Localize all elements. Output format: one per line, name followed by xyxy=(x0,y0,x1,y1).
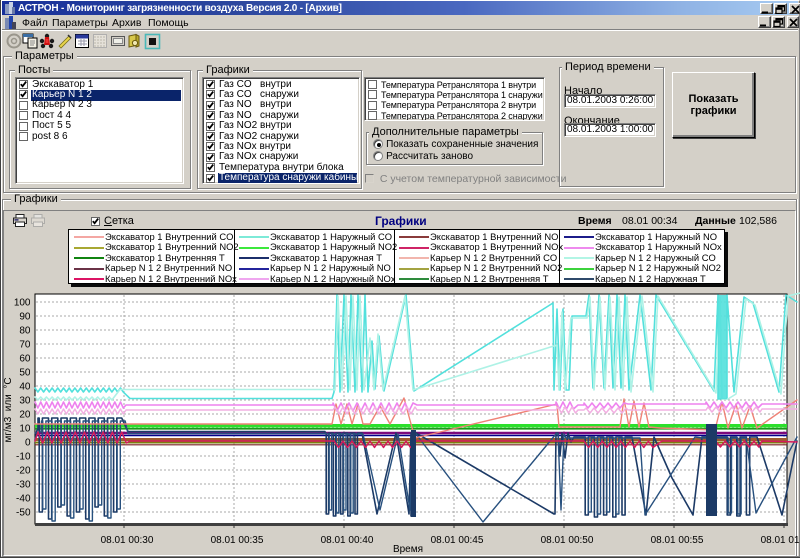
svg-text:08.01 00:40: 08.01 00:40 xyxy=(321,535,374,546)
svg-text:0: 0 xyxy=(25,438,31,449)
svg-text:80: 80 xyxy=(19,326,31,337)
svg-text:Время: Время xyxy=(393,544,423,555)
svg-text:20: 20 xyxy=(19,410,31,421)
svg-text:100: 100 xyxy=(14,298,31,309)
svg-text:60: 60 xyxy=(19,354,31,365)
svg-text:10: 10 xyxy=(19,424,31,435)
svg-text:08.01 00:50: 08.01 00:50 xyxy=(541,535,594,546)
svg-text:-50: -50 xyxy=(16,508,31,519)
svg-text:-10: -10 xyxy=(16,452,31,463)
svg-text:30: 30 xyxy=(19,396,31,407)
svg-text:90: 90 xyxy=(19,312,31,323)
svg-text:40: 40 xyxy=(19,382,31,393)
svg-text:мг/м3 или °C: мг/м3 или °C xyxy=(3,377,14,442)
svg-text:08.01 00:55: 08.01 00:55 xyxy=(651,535,704,546)
svg-text:08.01 01:00: 08.01 01:00 xyxy=(761,535,800,546)
svg-text:-20: -20 xyxy=(16,466,31,477)
svg-text:-30: -30 xyxy=(16,480,31,491)
svg-text:-40: -40 xyxy=(16,494,31,505)
svg-text:50: 50 xyxy=(19,368,31,379)
svg-text:08.01 00:45: 08.01 00:45 xyxy=(431,535,484,546)
svg-text:08.01 00:30: 08.01 00:30 xyxy=(101,535,154,546)
svg-text:70: 70 xyxy=(19,340,31,351)
svg-text:08.01 00:35: 08.01 00:35 xyxy=(211,535,264,546)
